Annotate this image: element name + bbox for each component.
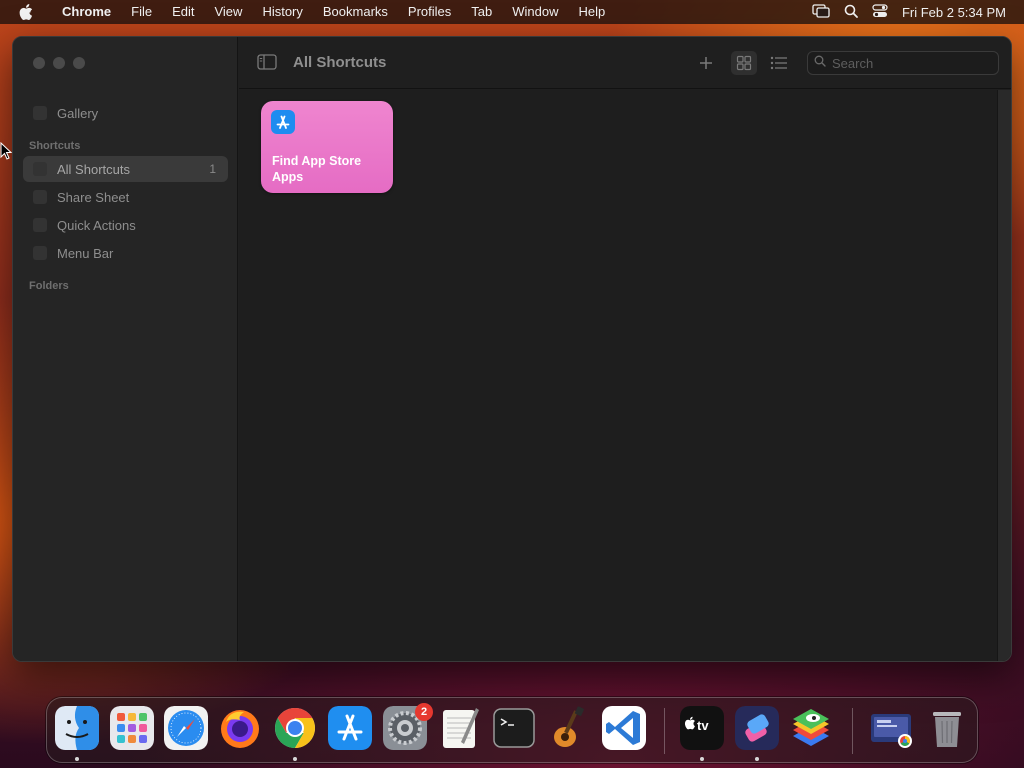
sidebar-item-label: Quick Actions	[57, 217, 136, 233]
menu-edit[interactable]: Edit	[162, 0, 204, 24]
minimize-window-button[interactable]	[53, 57, 65, 69]
sidebar-section-shortcuts: Shortcuts	[29, 140, 81, 152]
shortcuts-icon[interactable]	[735, 706, 779, 750]
sidebar-item-menu-bar[interactable]: Menu Bar	[23, 240, 228, 266]
shortcuts-running-indicator	[755, 757, 759, 761]
safari-icon[interactable]	[164, 706, 208, 750]
vscode-icon[interactable]	[602, 706, 646, 750]
sidebar-item-share-sheet[interactable]: Share Sheet	[23, 184, 228, 210]
chrome-icon[interactable]	[273, 706, 317, 750]
vertical-scrollbar[interactable]	[997, 90, 1011, 661]
sidebar-item-all-shortcuts[interactable]: All Shortcuts 1	[23, 156, 228, 182]
search-icon	[814, 54, 826, 72]
trash-icon[interactable]	[925, 706, 969, 750]
close-window-button[interactable]	[33, 57, 45, 69]
window-controls	[33, 57, 85, 69]
notification-badge: 2	[415, 703, 433, 721]
app-store-dock-icon[interactable]	[328, 706, 372, 750]
sidebar: Gallery Shortcuts All Shortcuts 1 Share …	[13, 37, 238, 661]
menubar-clock[interactable]: Fri Feb 2 5:34 PM	[902, 5, 1006, 20]
apple-tv-icon[interactable]: tv	[680, 706, 724, 750]
sidebar-item-label: Gallery	[57, 105, 99, 121]
list-view-button[interactable]	[766, 51, 792, 75]
terminal-icon[interactable]	[492, 706, 536, 750]
shortcuts-grid: Find App Store Apps	[239, 90, 1011, 661]
finder-icon[interactable]	[55, 706, 99, 750]
svg-text:tv: tv	[697, 718, 709, 733]
shortcut-tile-find-app-store-apps[interactable]: Find App Store Apps	[261, 101, 393, 193]
menu-history[interactable]: History	[252, 0, 312, 24]
search-field[interactable]	[807, 51, 999, 75]
shortcuts-window: Gallery Shortcuts All Shortcuts 1 Share …	[12, 36, 1012, 662]
menu-view[interactable]: View	[204, 0, 252, 24]
sidebar-item-label: Menu Bar	[57, 245, 114, 261]
sidebar-section-folders: Folders	[29, 280, 69, 292]
add-shortcut-button[interactable]	[693, 51, 719, 75]
menu-bar-icon	[33, 246, 47, 260]
list-icon	[770, 56, 787, 70]
sidebar-item-label: Share Sheet	[57, 189, 130, 205]
app-store-icon	[271, 110, 295, 134]
dock: 2 tv	[46, 697, 978, 763]
launchpad-icon[interactable]	[110, 706, 154, 750]
apple-menu-icon[interactable]	[0, 4, 52, 20]
screen-recorder-icon[interactable]	[869, 706, 913, 750]
zoom-window-button[interactable]	[73, 57, 85, 69]
page-title: All Shortcuts	[293, 54, 387, 71]
dock-separator	[852, 708, 853, 754]
shortcut-count: 1	[209, 162, 216, 176]
sidebar-item-quick-actions[interactable]: Quick Actions	[23, 212, 228, 238]
toolbar: All Shortcuts	[239, 37, 1011, 89]
firefox-icon[interactable]	[218, 706, 262, 750]
share-sheet-icon	[33, 190, 47, 204]
gallery-icon	[33, 106, 47, 120]
sidebar-toggle-icon[interactable]	[257, 54, 277, 75]
search-input[interactable]	[832, 55, 992, 71]
apple-tv-running-indicator	[700, 757, 704, 761]
menu-tab[interactable]: Tab	[461, 0, 502, 24]
grid-view-button[interactable]	[731, 51, 757, 75]
sidebar-item-label: All Shortcuts	[57, 161, 130, 177]
all-shortcuts-icon	[33, 162, 47, 176]
garageband-icon[interactable]	[547, 706, 591, 750]
screen-mirroring-icon[interactable]	[812, 3, 830, 21]
menu-profiles[interactable]: Profiles	[398, 0, 461, 24]
menu-window[interactable]: Window	[502, 0, 568, 24]
grid-icon	[736, 55, 752, 71]
sidebar-item-gallery[interactable]: Gallery	[23, 100, 228, 126]
spotlight-search-icon[interactable]	[844, 4, 858, 21]
menu-file[interactable]: File	[121, 0, 162, 24]
menu-help[interactable]: Help	[569, 0, 616, 24]
textedit-icon[interactable]	[438, 706, 482, 750]
menu-bookmarks[interactable]: Bookmarks	[313, 0, 398, 24]
quick-actions-icon	[33, 218, 47, 232]
shortcut-title: Find App Store Apps	[272, 154, 362, 184]
plus-icon	[700, 57, 712, 69]
chrome-running-indicator	[293, 757, 297, 761]
dock-separator	[664, 708, 665, 754]
finder-running-indicator	[75, 757, 79, 761]
menu-app-name[interactable]: Chrome	[52, 0, 121, 24]
menu-bar: Chrome File Edit View History Bookmarks …	[0, 0, 1024, 24]
mouse-cursor-icon	[0, 141, 13, 165]
bluestacks-icon[interactable]	[789, 706, 833, 750]
control-center-icon[interactable]	[872, 3, 888, 21]
